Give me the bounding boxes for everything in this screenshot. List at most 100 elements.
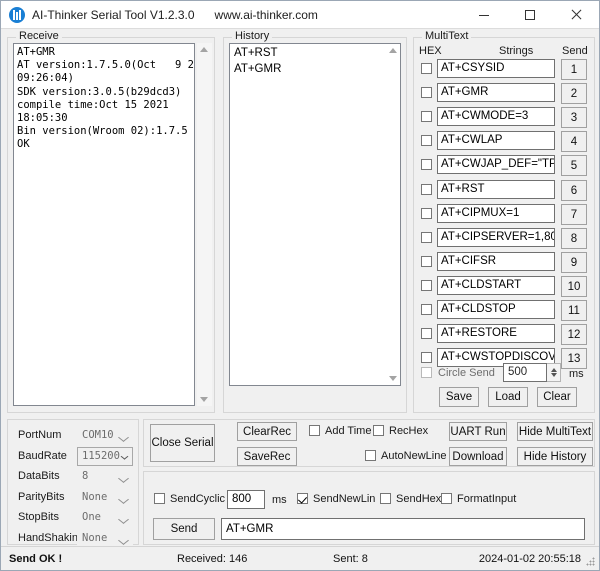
setting-label-paritybits: ParityBits (18, 491, 64, 503)
scroll-down-icon[interactable] (389, 376, 397, 381)
multitext-hex-checkbox[interactable] (421, 159, 432, 170)
multitext-hex-checkbox[interactable] (421, 256, 432, 267)
multitext-hex-checkbox[interactable] (421, 304, 432, 315)
load-multitext-button[interactable]: Load (488, 387, 528, 407)
multitext-command-input[interactable]: AT+CWJAP_DEF="TP-Link (437, 155, 555, 174)
multitext-command-input[interactable]: AT+CIPSERVER=1,80 (437, 228, 555, 247)
multitext-send-button[interactable]: 6 (561, 180, 587, 201)
history-group-label: History (232, 30, 272, 42)
circle-send-checkbox[interactable] (421, 367, 432, 378)
close-icon (570, 9, 582, 21)
rec-hex-label: RecHex (389, 425, 428, 437)
vendor-url: www.ai-thinker.com (215, 8, 318, 22)
receive-textarea[interactable]: AT+GMR AT version:1.7.5.0(Oct 9 2021 09:… (13, 43, 195, 406)
history-list[interactable]: AT+RST AT+GMR (229, 43, 401, 386)
status-bar: Send OK ! Received: 146 Sent: 8 2024-01-… (1, 546, 599, 570)
multitext-command-input[interactable]: AT+CLDSTART (437, 276, 555, 295)
download-button[interactable]: Download (449, 447, 507, 466)
hex-column-header: HEX (419, 45, 442, 57)
clear-multitext-button[interactable]: Clear (537, 387, 577, 407)
multitext-command-input[interactable]: AT+RESTORE (437, 324, 555, 343)
send-newline-checkbox[interactable] (297, 493, 308, 504)
multitext-hex-checkbox[interactable] (421, 328, 432, 339)
multitext-send-button[interactable]: 4 (561, 131, 587, 152)
spinner-up-icon[interactable] (551, 368, 557, 372)
add-time-checkbox[interactable] (309, 425, 320, 436)
scroll-up-icon[interactable] (389, 48, 397, 53)
save-multitext-button[interactable]: Save (439, 387, 479, 407)
receive-scrollbar[interactable] (197, 43, 212, 406)
multitext-hex-checkbox[interactable] (421, 184, 432, 195)
send-text-input[interactable]: AT+GMR (221, 518, 585, 540)
multitext-command-input[interactable]: AT+CSYSID (437, 59, 555, 78)
multitext-send-button[interactable]: 2 (561, 83, 587, 104)
multitext-command-input[interactable]: AT+CWLAP (437, 131, 555, 150)
multitext-hex-checkbox[interactable] (421, 87, 432, 98)
hide-history-button[interactable]: Hide History (517, 447, 593, 466)
multitext-group-label: MultiText (422, 30, 471, 42)
send-cycle-unit: ms (272, 494, 287, 506)
send-cyclic-checkbox[interactable] (154, 493, 165, 504)
multitext-command-input[interactable]: AT+CLDSTOP (437, 300, 555, 319)
send-cyclic-label: SendCyclic (170, 493, 225, 505)
close-button[interactable] (553, 1, 599, 29)
history-item[interactable]: AT+GMR (230, 62, 400, 78)
setting-value: COM10 (82, 429, 114, 441)
close-serial-button[interactable]: Close Serial (150, 424, 215, 462)
multitext-hex-checkbox[interactable] (421, 111, 432, 122)
setting-select-stopbits[interactable]: One (77, 508, 133, 527)
multitext-send-button[interactable]: 7 (561, 204, 587, 225)
send-button[interactable]: Send (153, 518, 215, 540)
scroll-up-icon[interactable] (200, 47, 208, 52)
multitext-hex-checkbox[interactable] (421, 63, 432, 74)
multitext-hex-checkbox[interactable] (421, 232, 432, 243)
multitext-command-input[interactable]: AT+RST (437, 180, 555, 199)
multitext-send-button[interactable]: 12 (561, 324, 587, 345)
setting-value: None (82, 491, 107, 503)
history-item[interactable]: AT+RST (230, 44, 400, 62)
multitext-send-button[interactable]: 3 (561, 107, 587, 128)
clear-rec-button[interactable]: ClearRec (237, 422, 297, 441)
uart-run-button[interactable]: UART Run (449, 422, 507, 441)
multitext-send-button[interactable]: 1 (561, 59, 587, 80)
multitext-command-input[interactable]: AT+GMR (437, 83, 555, 102)
auto-newline-checkbox[interactable] (365, 450, 376, 461)
circle-send-interval-input[interactable]: 500 (503, 363, 547, 382)
rec-hex-checkbox[interactable] (373, 425, 384, 436)
multitext-send-button[interactable]: 5 (561, 155, 587, 176)
multitext-command-input[interactable]: AT+CIFSR (437, 252, 555, 271)
multitext-hex-checkbox[interactable] (421, 208, 432, 219)
setting-select-paritybits[interactable]: None (77, 488, 133, 507)
multitext-send-button[interactable]: 13 (561, 348, 587, 369)
multitext-command-input[interactable]: AT+CWMODE=3 (437, 107, 555, 126)
setting-value: None (82, 532, 107, 544)
multitext-send-button[interactable]: 11 (561, 300, 587, 321)
chevron-down-icon (118, 515, 129, 524)
multitext-hex-checkbox[interactable] (421, 135, 432, 146)
setting-select-portnum[interactable]: COM10 (77, 426, 133, 445)
spinner-down-icon[interactable] (551, 373, 557, 377)
send-hex-label: SendHex (396, 493, 441, 505)
save-rec-button[interactable]: SaveRec (237, 447, 297, 466)
send-cycle-interval-input[interactable]: 800 (227, 490, 265, 509)
format-input-checkbox[interactable] (441, 493, 452, 504)
setting-select-databits[interactable]: 8 (77, 467, 133, 486)
maximize-button[interactable] (507, 1, 553, 29)
multitext-send-button[interactable]: 9 (561, 252, 587, 273)
status-sent-count: Sent: 8 (333, 553, 368, 565)
multitext-send-button[interactable]: 10 (561, 276, 587, 297)
minimize-button[interactable] (461, 1, 507, 29)
setting-select-baudrate[interactable]: 115200 (77, 447, 133, 466)
multitext-send-button[interactable]: 8 (561, 228, 587, 249)
send-hex-checkbox[interactable] (380, 493, 391, 504)
scroll-down-icon[interactable] (200, 397, 208, 402)
history-scrollbar[interactable] (386, 44, 401, 385)
circle-send-spinner[interactable] (547, 363, 561, 382)
resize-grip-icon[interactable] (586, 557, 596, 567)
chevron-down-icon (121, 453, 129, 459)
multitext-hex-checkbox[interactable] (421, 280, 432, 291)
hide-multitext-button[interactable]: Hide MultiText (517, 422, 593, 441)
multitext-command-input[interactable]: AT+CIPMUX=1 (437, 204, 555, 223)
status-message: Send OK ! (9, 553, 62, 565)
multitext-hex-checkbox[interactable] (421, 352, 432, 363)
